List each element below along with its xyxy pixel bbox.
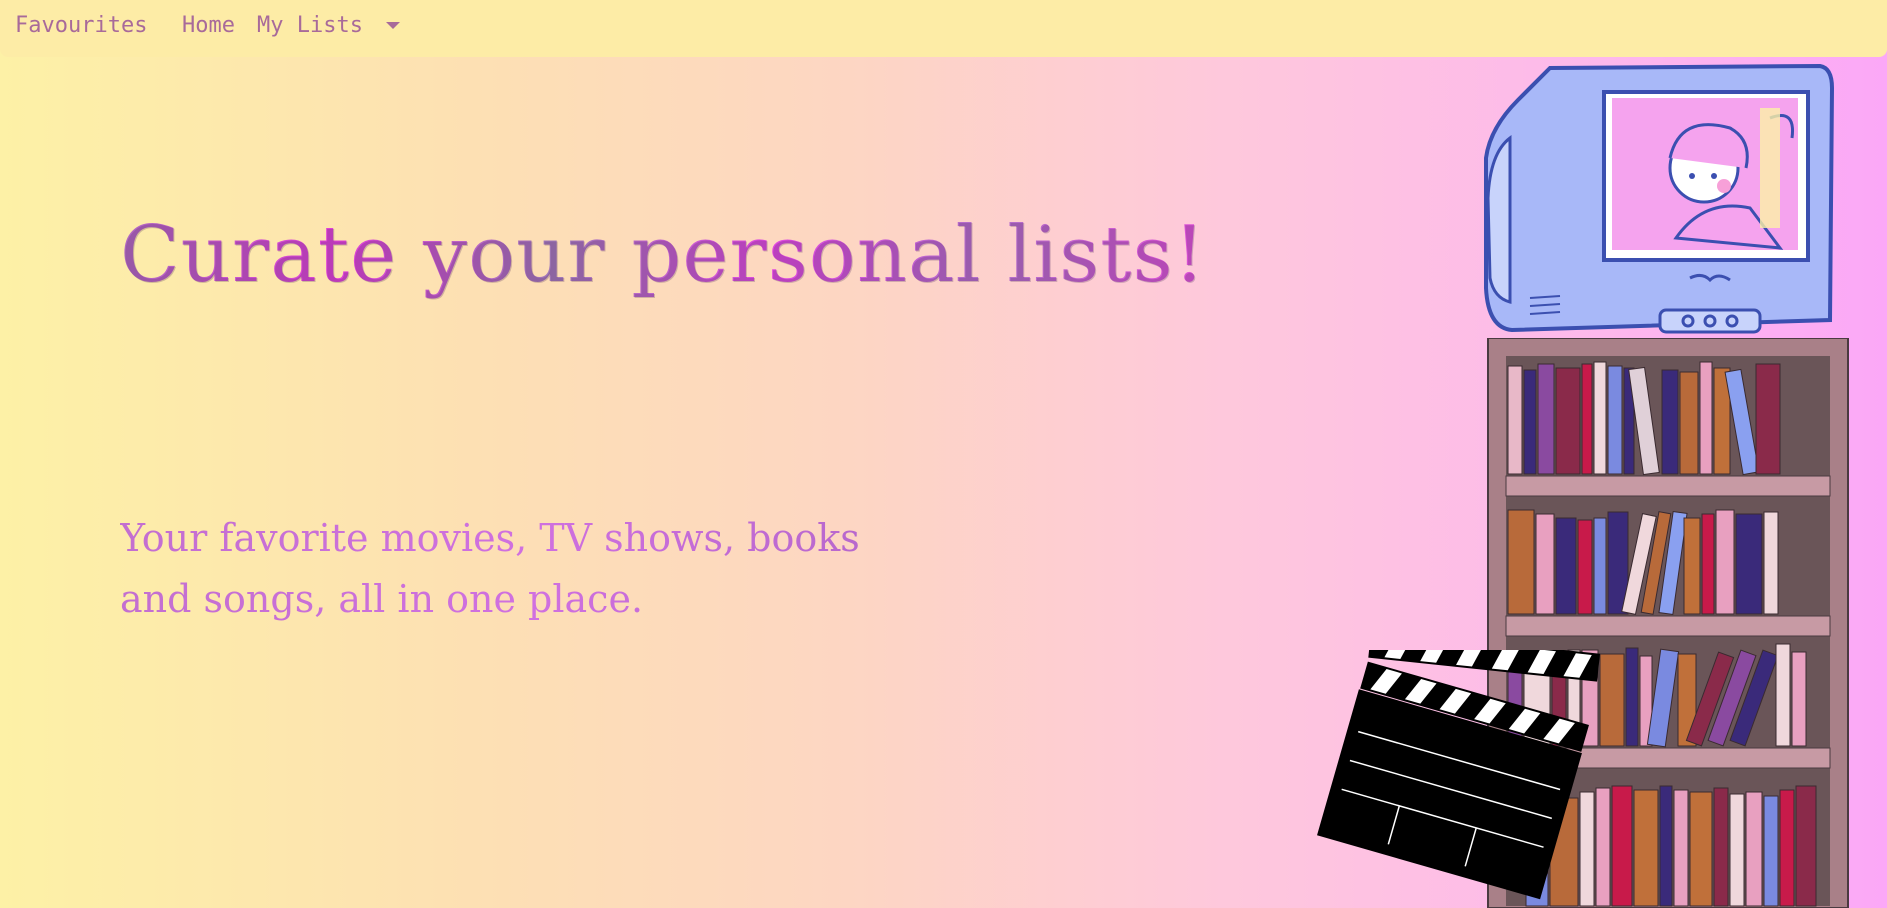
nav-link-home[interactable]: Home bbox=[182, 13, 235, 38]
hero-title: Curate your personal lists! bbox=[120, 210, 1206, 300]
top-navbar: Favourites Home My Lists bbox=[0, 0, 1887, 57]
clapperboard-icon bbox=[1317, 650, 1600, 900]
nav-link-my-lists[interactable]: My Lists bbox=[257, 13, 363, 38]
chevron-down-icon[interactable] bbox=[386, 22, 400, 29]
hero-subtitle: Your favorite movies, TV shows, books an… bbox=[120, 508, 940, 630]
tv-icon bbox=[1484, 63, 1835, 334]
nav-link-favourites[interactable]: Favourites bbox=[15, 13, 147, 38]
